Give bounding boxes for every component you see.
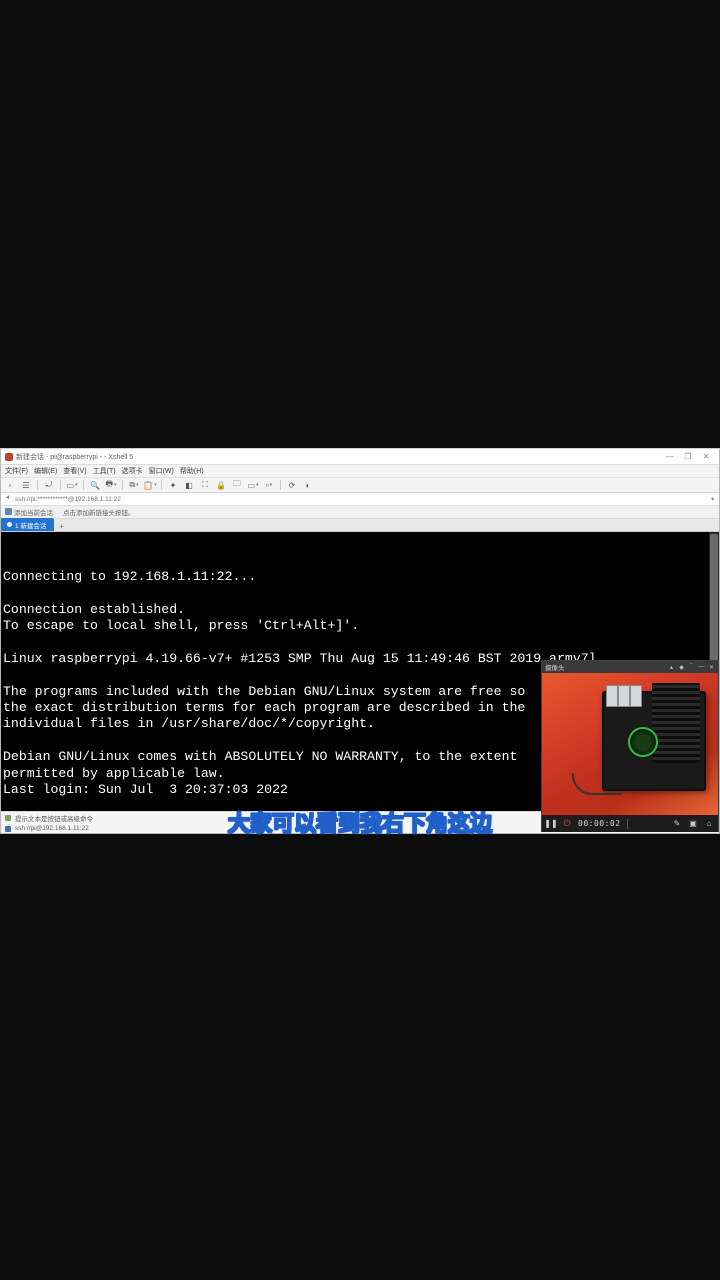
tab-label: 1 新建会话: [15, 520, 46, 530]
tool-icon-a[interactable]: ✦: [168, 480, 178, 490]
separator: [37, 480, 38, 490]
menu-file[interactable]: 文件(F): [5, 466, 28, 476]
pip-title: 摄像头: [545, 662, 565, 672]
maximize-button[interactable]: ❐: [679, 451, 697, 463]
font-dropdown-icon[interactable]: ▫: [264, 480, 274, 490]
record-icon[interactable]: ⏻: [562, 818, 572, 829]
reconnect-icon[interactable]: ⤾: [44, 480, 54, 490]
address-dropdown-icon[interactable]: ▾: [711, 495, 719, 503]
help-icon[interactable]: ◐: [303, 480, 313, 490]
bookmark-hint: 点击添加新链接头按钮。: [63, 507, 135, 517]
status-text-2: ssh://pi@192.168.1.11:22: [15, 825, 89, 832]
pip-collapse-icon[interactable]: ‾: [688, 664, 695, 671]
menu-view[interactable]: 查看(V): [63, 466, 86, 476]
tab-add-button[interactable]: +: [56, 521, 66, 531]
menubar: 文件(F) 编辑(E) 查看(V) 工具(T) 选项卡 窗口(W) 帮助(H): [1, 465, 719, 478]
menu-window[interactable]: 窗口(W): [149, 466, 174, 476]
address-bar: ⯇ ▾: [1, 493, 719, 506]
color-dropdown-icon[interactable]: ▭: [248, 480, 258, 490]
camera-feed: [542, 673, 718, 815]
device-heatsink: [652, 683, 700, 763]
separator: [627, 819, 628, 829]
refresh-icon[interactable]: ⟳: [287, 480, 297, 490]
search-icon[interactable]: 🔍: [90, 480, 100, 490]
terminal-line: To escape to local shell, press 'Ctrl+Al…: [3, 618, 717, 634]
device-wire: [572, 773, 622, 795]
lock-icon[interactable]: 🔒: [216, 480, 226, 490]
status-conn-icon: [5, 826, 11, 832]
print-icon[interactable]: 🖶: [106, 480, 116, 490]
menu-edit[interactable]: 编辑(E): [34, 466, 57, 476]
pip-toolbar: ❚❚ ⏻ 00:00:02 ✎ ▣ ⌂: [542, 815, 718, 832]
back-arrow-icon[interactable]: ⯇: [5, 495, 15, 503]
window-titlebar[interactable]: 新建会话 - pi@raspberrypi - - Xshell 5 — ❐ ✕: [1, 449, 719, 465]
status-icon: [5, 815, 11, 821]
address-input[interactable]: [15, 496, 711, 503]
pip-up-icon[interactable]: ▴: [668, 664, 675, 671]
menu-tools[interactable]: 工具(T): [93, 466, 116, 476]
close-button[interactable]: ✕: [697, 451, 715, 463]
home-icon[interactable]: ⌂: [704, 819, 714, 828]
pause-icon[interactable]: ❚❚: [546, 819, 556, 828]
snapshot-icon[interactable]: ▣: [688, 819, 698, 828]
pip-minimize-icon[interactable]: —: [698, 664, 705, 671]
camera-pip-window[interactable]: 摄像头 ▴ ◆ ‾ — ✕ ❚❚ ⏻ 00:00:02 ✎: [541, 660, 719, 832]
folder-icon[interactable]: 🗀: [232, 480, 242, 490]
terminal-line: [3, 585, 717, 601]
toolbar: ▫ ☰ ⤾ ▭ 🔍 🖶 ⧉ 📋 ✦ ◧ ⛶ 🔒 🗀 ▭ ▫ ⟳ ◐: [1, 478, 719, 493]
open-icon[interactable]: ☰: [21, 480, 31, 490]
bookmark-bar: 添加当前会话 点击添加新链接头按钮。: [1, 506, 719, 519]
profile-dropdown-icon[interactable]: ▭: [67, 480, 77, 490]
menu-tabs[interactable]: 选项卡: [122, 466, 143, 476]
new-session-icon[interactable]: ▫: [5, 480, 15, 490]
separator: [161, 480, 162, 490]
terminal-line: Connecting to 192.168.1.11:22...: [3, 569, 717, 585]
bookmark-label: 添加当前会话: [14, 510, 53, 517]
device-ports: [606, 685, 642, 707]
menu-help[interactable]: 帮助(H): [180, 466, 204, 476]
status-text-1: 提示文本是按钮或高级命令: [15, 813, 93, 823]
fullscreen-icon[interactable]: ⛶: [200, 480, 210, 490]
paste-icon[interactable]: 📋: [145, 480, 155, 490]
separator: [83, 480, 84, 490]
pip-titlebar[interactable]: 摄像头 ▴ ◆ ‾ — ✕: [542, 661, 718, 673]
bookmark-icon: [5, 508, 12, 515]
separator: [122, 480, 123, 490]
device-fan: [628, 727, 658, 757]
window-title: 新建会话 - pi@raspberrypi - - Xshell 5: [16, 452, 133, 462]
separator: [60, 480, 61, 490]
copy-icon[interactable]: ⧉: [129, 480, 139, 490]
bookmark-item[interactable]: 添加当前会话: [5, 507, 53, 517]
tab-row: 1 新建会话 +: [1, 519, 719, 532]
edit-icon[interactable]: ✎: [672, 819, 682, 828]
pip-close-icon[interactable]: ✕: [708, 664, 715, 671]
separator: [280, 480, 281, 490]
pip-pin-icon[interactable]: ◆: [678, 664, 685, 671]
session-tab-active[interactable]: 1 新建会话: [1, 518, 54, 531]
pip-timer: 00:00:02: [578, 819, 621, 828]
terminal-line: Connection established.: [3, 602, 717, 618]
tool-icon-b[interactable]: ◧: [184, 480, 194, 490]
minimize-button[interactable]: —: [661, 451, 679, 463]
tab-status-icon: [7, 522, 12, 527]
app-icon: [5, 453, 13, 461]
terminal-line: [3, 634, 717, 650]
